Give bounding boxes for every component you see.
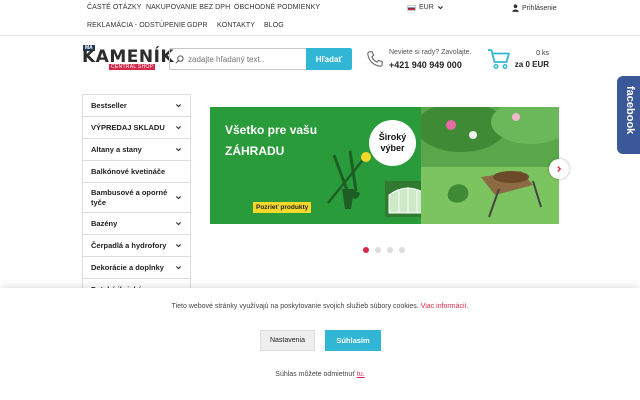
chevron-down-icon — [437, 6, 443, 10]
top-bar: ČASTÉ OTÁZKY NAKUPOVANIE BEZ DPH OBCHODN… — [0, 0, 640, 36]
cookie-settings-button[interactable]: Nastavenia — [260, 330, 315, 351]
slovakia-flag-icon — [407, 4, 416, 11]
search-icon — [175, 54, 184, 63]
link-gdpr[interactable]: GDPR — [187, 22, 208, 29]
link-complaints[interactable]: REKLAMÁCIA - ODSTÚPENIE — [87, 22, 186, 29]
sidebar-item-gazebos[interactable]: Altany a stany — [82, 139, 191, 161]
contact-phone[interactable]: +421 940 949 000 — [389, 60, 462, 70]
link-blog[interactable]: BLOG — [264, 22, 284, 29]
carousel-dot[interactable] — [387, 247, 393, 253]
cookie-message: Tieto webové stránky využívajú na poskyt… — [0, 303, 640, 310]
site-logo[interactable]: MA KAMENÍK CENTRAL SHOP — [82, 45, 174, 71]
cart-count[interactable]: 0 ks — [536, 50, 549, 57]
currency-label: EUR — [419, 4, 434, 11]
contact-question: Neviete si rady? Zavolajte. — [389, 49, 472, 56]
sidebar-item-label: Dekorácie a doplnky — [91, 262, 164, 272]
search-button[interactable]: Hľadať — [306, 48, 352, 70]
sidebar-item-bamboo-stakes[interactable]: Bambusové a oporné tyče — [82, 183, 191, 213]
sidebar-item-pumps[interactable]: Čerpadlá a hydrofory — [82, 235, 191, 257]
facebook-label: facebook — [624, 86, 636, 135]
link-faq[interactable]: ČASTÉ OTÁZKY — [87, 4, 142, 11]
carousel-next-button[interactable] — [549, 159, 569, 179]
cookie-agree-button[interactable]: Súhlasím — [325, 330, 381, 351]
sidebar-item-balcony-planters[interactable]: Balkónové kvetináče — [82, 161, 191, 183]
cookie-consent-bar: Tieto webové stránky využívajú na poskyt… — [0, 288, 640, 400]
logo-tagline: CENTRAL SHOP — [109, 64, 156, 70]
sidebar-item-label: Balkónové kvetináče — [91, 166, 166, 176]
carousel-dot[interactable] — [363, 247, 369, 253]
sidebar-item-label: Bazény — [91, 218, 118, 228]
chevron-down-icon — [176, 244, 181, 248]
sidebar-item-bestseller[interactable]: Bestseller — [82, 95, 191, 117]
category-sidebar: Bestseller VÝPREDAJ SKLADU Altany a stan… — [82, 94, 191, 301]
link-contacts[interactable]: KONTAKTY — [217, 22, 255, 29]
sidebar-item-label: Altany a stany — [91, 144, 142, 154]
cookie-revoke-text: Súhlas môžete odmietnuť — [275, 371, 355, 378]
banner-cta-button[interactable]: Pozrieť produkty — [253, 202, 312, 213]
garden-photo — [421, 107, 559, 224]
sidebar-item-label: Čerpadlá a hydrofory — [91, 240, 167, 250]
currency-selector[interactable]: EUR — [407, 4, 444, 11]
facebook-tab[interactable]: facebook — [617, 76, 640, 154]
cookie-more-link[interactable]: Viac informácií. — [421, 303, 469, 310]
cookie-revoke-line: Súhlas môžete odmietnuť tu. — [0, 371, 640, 378]
cookie-text: Tieto webové stránky využívajú na poskyt… — [171, 303, 419, 310]
phone-icon — [367, 51, 383, 67]
user-icon — [512, 4, 519, 12]
link-terms[interactable]: OBCHODNÉ PODMIENKY — [234, 4, 320, 11]
chevron-down-icon — [176, 222, 181, 226]
login-label: Prihlásenie — [522, 4, 557, 12]
cookie-revoke-link[interactable]: tu. — [357, 371, 365, 378]
search-box — [169, 48, 306, 70]
login-link[interactable]: Prihlásenie — [512, 4, 557, 12]
sidebar-item-clearance[interactable]: VÝPREDAJ SKLADU — [82, 117, 191, 139]
carousel-dots — [363, 247, 405, 253]
chevron-right-icon — [557, 166, 562, 172]
sidebar-item-decorations[interactable]: Dekorácie a doplnky — [82, 257, 191, 279]
garden-tools-image — [327, 150, 371, 209]
chevron-down-icon — [176, 196, 181, 200]
sidebar-item-label: Bambusové a oporné tyče — [91, 188, 168, 207]
cart-icon[interactable] — [487, 48, 511, 70]
sidebar-item-pools[interactable]: Bazény — [82, 213, 191, 235]
chevron-down-icon — [176, 126, 181, 130]
search-input[interactable] — [188, 54, 303, 64]
link-vat-free[interactable]: NAKUPOVANIE BEZ DPH — [146, 4, 230, 11]
promo-banner[interactable]: Všetko pre vašu ZÁHRADU Široký výber Poz… — [210, 107, 559, 224]
banner-headline: Všetko pre vašu — [225, 123, 318, 137]
banner-subheadline: ZÁHRADU — [225, 144, 285, 158]
cart-total[interactable]: za 0 EUR — [515, 60, 549, 69]
carousel-dot[interactable] — [375, 247, 381, 253]
chevron-down-icon — [176, 266, 181, 270]
chevron-down-icon — [176, 104, 181, 108]
sidebar-item-label: Bestseller — [91, 100, 127, 110]
sidebar-item-label: VÝPREDAJ SKLADU — [91, 122, 165, 132]
chevron-down-icon — [176, 148, 181, 152]
carousel-dot[interactable] — [399, 247, 405, 253]
